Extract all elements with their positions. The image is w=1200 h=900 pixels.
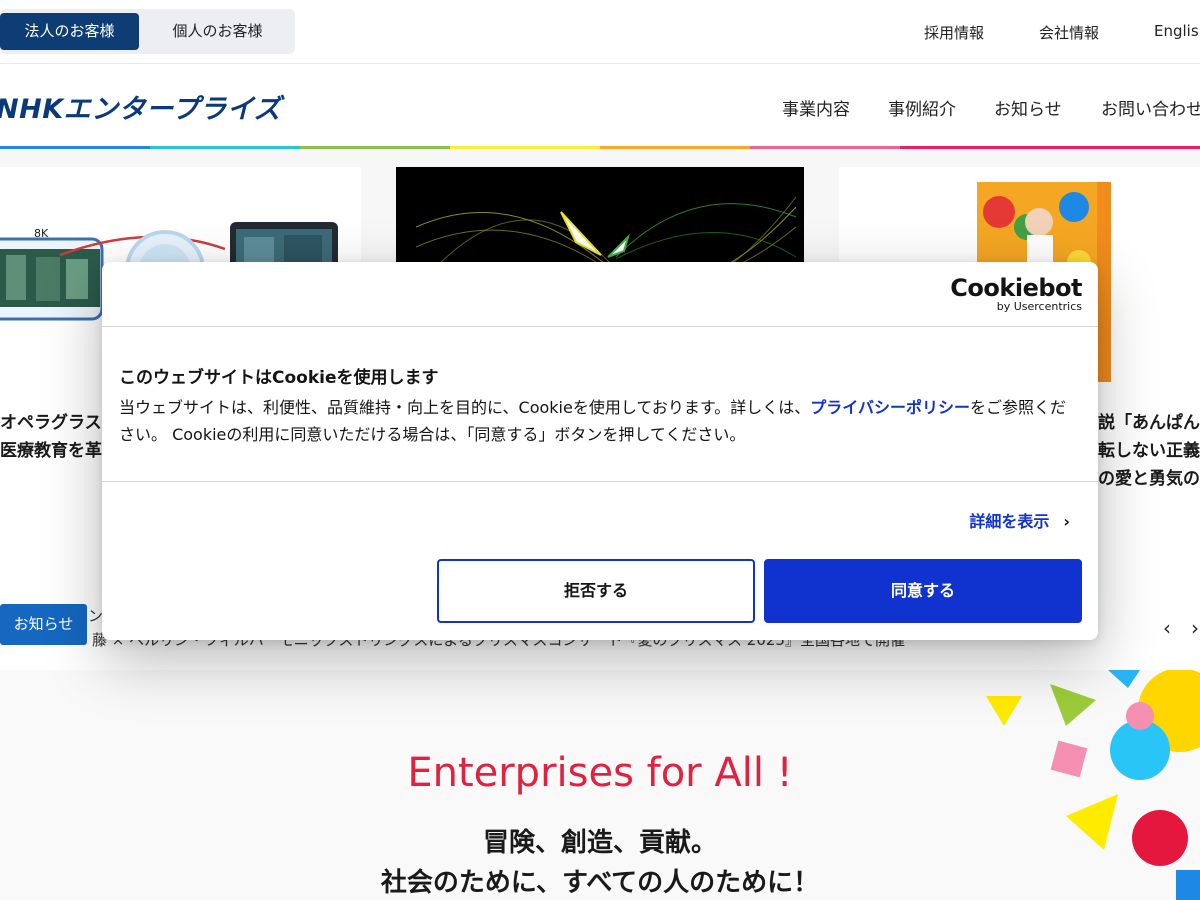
hero-tagline-line2: 社会のために、すべての人のために！ (380, 868, 820, 898)
card-anpan-title-line2: 転しない正義 (1098, 441, 1200, 461)
accept-button[interactable]: 同意する (764, 559, 1082, 623)
news-badge[interactable]: お知らせ (0, 604, 87, 645)
company-info-link[interactable]: 会社情報 (1039, 22, 1099, 43)
site-logo[interactable]: NHKエンタープライズ (0, 87, 281, 126)
hero-tagline-line1: 冒険、創造、貢献。 (482, 828, 717, 858)
cookie-consent-dialog: Cookiebot by Usercentrics このウェブサイトはCooki… (102, 262, 1098, 640)
card-opera-title-line1: オペラグラス (0, 413, 102, 433)
main-header: NHKエンタープライズ 事業内容 事例紹介 お知らせ お問い合わせ (0, 65, 1200, 149)
decline-button[interactable]: 拒否する (437, 559, 755, 623)
cookie-body: 当ウェブサイトは、利便性、品質維持・向上を目的に、Cookieを使用しております… (119, 394, 1079, 448)
cookiebot-logo: Cookiebot by Usercentrics (950, 274, 1082, 313)
news-text-partial: ン (88, 607, 104, 625)
chevron-right-icon[interactable]: › (1191, 616, 1199, 640)
cookie-title: このウェブサイトはCookieを使用します (119, 368, 439, 388)
show-details-label: 詳細を表示 (969, 512, 1050, 531)
privacy-policy-link[interactable]: プライバシーポリシー (810, 398, 970, 417)
hero-title: Enterprises for All ! (407, 750, 793, 796)
card-anpan-title-line3: の愛と勇気の物 (1098, 469, 1200, 489)
hero-section: Enterprises for All ! 冒険、創造、貢献。 社会のために、す… (0, 670, 1200, 900)
chevron-right-icon: › (1063, 512, 1070, 531)
dialog-divider-middle (102, 481, 1098, 482)
english-link[interactable]: English (1154, 22, 1200, 40)
show-details-button[interactable]: 詳細を表示 › (969, 508, 1070, 532)
individual-customers-tab[interactable]: 個人のお客様 (150, 13, 285, 50)
resolution-label: 8K (34, 227, 49, 240)
nav-news[interactable]: お知らせ (994, 95, 1062, 120)
nav-business[interactable]: 事業内容 (782, 95, 850, 120)
recruit-link[interactable]: 採用情報 (924, 22, 984, 43)
nav-contact[interactable]: お問い合わせ (1101, 95, 1200, 120)
cookie-body-text-1: 当ウェブサイトは、利便性、品質維持・向上を目的に、Cookieを使用しております… (119, 398, 811, 417)
dialog-divider-top (102, 326, 1098, 327)
corporate-customers-tab[interactable]: 法人のお客様 (0, 13, 139, 50)
utility-bar: 法人のお客様 個人のお客様 採用情報 会社情報 English (0, 0, 1200, 64)
cookiebot-brand: Cookiebot (950, 274, 1082, 302)
customer-type-switch: 法人のお客様 個人のお客様 (0, 9, 295, 54)
nav-cases[interactable]: 事例紹介 (888, 95, 956, 120)
chevron-left-icon[interactable]: ‹ (1163, 616, 1171, 640)
card-anpan-title-line1: 説「あんぱん」 (1098, 413, 1200, 433)
